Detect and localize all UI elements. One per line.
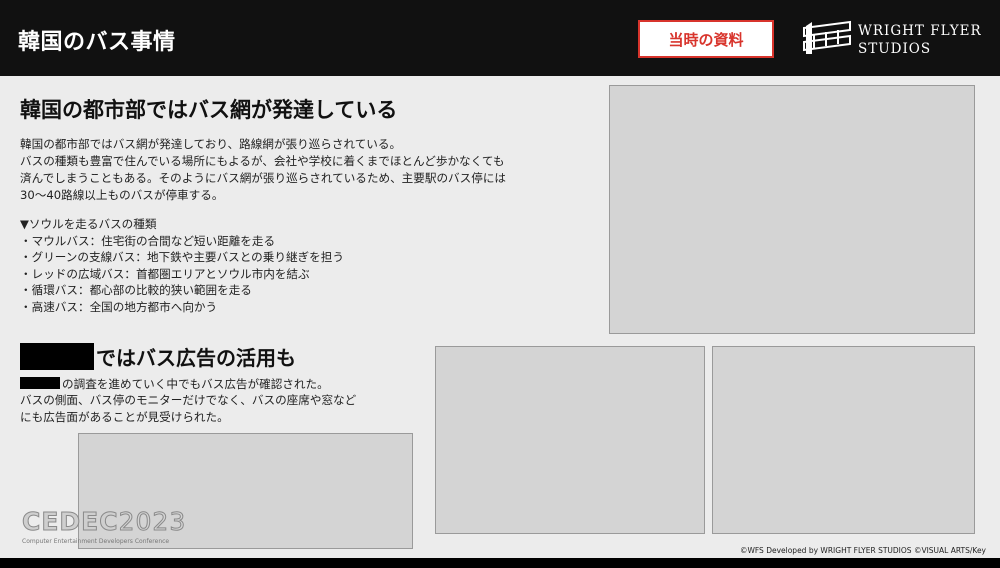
paragraph-line: 30〜40路線以上ものバスが停車する。 (20, 188, 224, 202)
paragraph-line: にも広告面があることが見受けられた。 (20, 409, 229, 424)
image-placeholder-right (712, 346, 975, 534)
slide-title: 韓国のバス事情 (18, 30, 176, 55)
list-item: ・グリーンの支線バス：地下鉄や主要バスとの乗り継ぎを担う (20, 250, 344, 265)
paragraph-line: の調査を進めていく中でもバス広告が確認された。 (62, 377, 329, 391)
bus-type-list: ▼ソウルを走るバスの種類 ・マウルバス：住宅街の合間など短い距離を走る ・グリー… (20, 216, 520, 316)
paragraph-line: バスの種類も豊富で住んでいる場所にもよるが、会社や学校に着くまでほとんど歩かなく… (20, 154, 505, 168)
list-item: ・高速バス：全国の地方都市へ向かう (20, 299, 218, 314)
cedec-wordmark: CEDEC (22, 507, 119, 536)
redaction-block (20, 342, 94, 370)
cedec-subtitle: Computer Entertainment Developers Confer… (22, 538, 170, 545)
list-item: ・マウルバス：住宅街の合間など短い距離を走る (20, 233, 276, 248)
source-badge: 当時の資料 (638, 20, 774, 58)
section2-paragraph: の調査を進めていく中でもバス広告が確認された。 バスの側面、バス停のモニターだけ… (20, 376, 420, 425)
studio-logo: WRIGHT FLYER STUDIOS (802, 16, 992, 62)
logo-text-line1: WRIGHT FLYER (858, 23, 982, 39)
copyright-notice: ©WFS Developed by WRIGHT FLYER STUDIOS ©… (739, 546, 986, 555)
section1-paragraph: 韓国の都市部ではバス網が発達しており、路線網が張り巡らされている。 バスの種類も… (20, 136, 600, 204)
paragraph-line: 韓国の都市部ではバス網が発達しており、路線網が張り巡らされている。 (20, 137, 402, 151)
paragraph-line: 済んでしまうこともある。そのようにバス網が張り巡らされているため、主要駅のバス停… (20, 171, 507, 185)
list-title: ▼ソウルを走るバスの種類 (20, 217, 157, 231)
paragraph-line: バスの側面、バス停のモニターだけでなく、バスの座席や窓など (20, 393, 357, 408)
redaction-block (20, 377, 60, 389)
image-placeholder-middle (435, 346, 705, 534)
header-bar: 韓国のバス事情 当時の資料 WRIGHT FLYER STUDIOS (0, 0, 1000, 76)
image-placeholder-top-right (609, 85, 975, 334)
list-item: ・レッドの広域バス：首都圏エリアとソウル市内を結ぶ (20, 266, 310, 281)
section2-heading-row: ではバス広告の活用も (20, 342, 296, 370)
section1-heading: 韓国の都市部ではバス網が発達している (20, 98, 398, 122)
section2-heading: ではバス広告の活用も (96, 345, 296, 370)
list-item: ・循環バス：都心部の比較的狭い範囲を走る (20, 283, 252, 298)
slide: 韓国のバス事情 当時の資料 WRIGHT FLYER STUDIOS 韓国の都市… (0, 0, 1000, 568)
cedec-year: 2023 (118, 507, 187, 536)
logo-text-line2: STUDIOS (858, 41, 932, 57)
cedec-logo: CEDEC2023 Computer Entertainment Develop… (22, 507, 192, 550)
slide-content: 韓国の都市部ではバス網が発達している 韓国の都市部ではバス網が発達しており、路線… (0, 76, 1000, 558)
airplane-logo-icon (803, 20, 851, 54)
